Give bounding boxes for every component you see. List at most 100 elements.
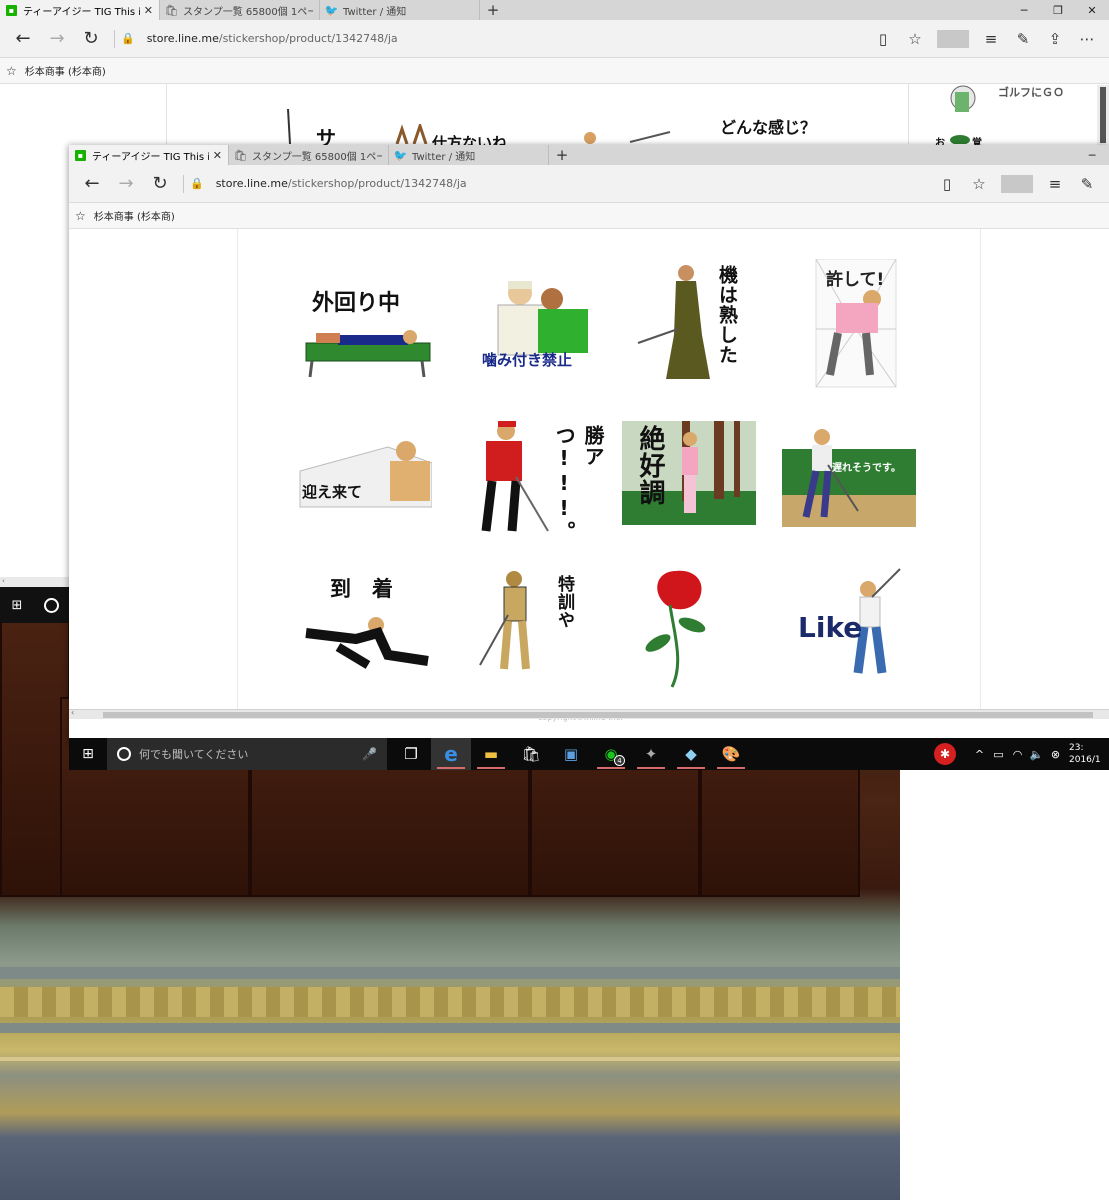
search-circle-icon[interactable] — [34, 597, 68, 613]
close-window-icon[interactable]: ✕ — [1075, 0, 1109, 20]
file-explorer-icon[interactable]: ▬ — [471, 738, 511, 770]
tab-tig[interactable]: ▪ ティーアイジー TIG This is G ✕ — [69, 145, 229, 165]
sticker-yurushite[interactable]: 許して! — [786, 259, 920, 389]
favorites-star-icon: ☆ — [6, 63, 17, 78]
sticker-caption: 勝アつ!!!。 — [552, 425, 605, 542]
address-bar[interactable]: 🔒 store.line.me/stickershop/product/1342… — [121, 32, 867, 45]
page-column-divider — [166, 84, 167, 144]
url-host: store.line.me — [146, 32, 219, 45]
sticker-kamitsuki[interactable]: 噛み付き禁止 — [472, 259, 606, 389]
sticker-tokkun[interactable]: 特訓や — [468, 569, 602, 699]
address-bar[interactable]: 🔒 store.line.me/stickershop/product/1342… — [190, 177, 931, 190]
tab-sticker-list[interactable]: 🛍 スタンプ一覧 65800個 1ページ — [160, 0, 320, 20]
tab-tig[interactable]: ▪ ティーアイジー TIG This is G ✕ — [0, 0, 160, 20]
sticker-touchaku[interactable]: 到 着 — [298, 569, 432, 699]
sticker-caption: 機は熟した — [716, 265, 738, 365]
floor-trim — [0, 1057, 900, 1061]
notification-badge: 4 — [614, 755, 625, 766]
new-tab-button[interactable]: + — [480, 0, 506, 20]
favorites-star-icon: ☆ — [75, 208, 86, 223]
scroll-left-icon[interactable]: ‹ — [71, 708, 74, 717]
red-app-tray-icon[interactable]: ✱ — [934, 743, 956, 765]
hub-icon[interactable]: ≡ — [1039, 175, 1071, 193]
sticker-zekkocho[interactable]: 絶好調 — [622, 421, 756, 551]
star-icon[interactable]: ☆ — [899, 30, 931, 48]
horizontal-scrollbar[interactable]: ‹ — [69, 708, 1109, 719]
edge-browser-icon[interactable]: e — [431, 738, 471, 770]
share-icon[interactable]: ⇪ — [1039, 30, 1071, 48]
url-path: /stickershop/product/1342748/ja — [287, 177, 467, 190]
sticker-like[interactable]: Like — [788, 563, 922, 693]
tab-twitter[interactable]: 🐦 Twitter / 通知 — [320, 0, 480, 20]
sticker-caption: 特訓や — [554, 575, 574, 629]
refresh-button[interactable]: ↻ — [74, 24, 108, 54]
sticker-caption: Like — [798, 611, 863, 644]
green-bird-icon — [950, 135, 970, 144]
web-note-icon[interactable]: ✎ — [1071, 175, 1103, 193]
forward-button[interactable]: → — [40, 24, 74, 54]
minimize-icon[interactable]: ─ — [1007, 0, 1041, 20]
carpet-band — [0, 1023, 900, 1033]
tab-title: スタンプ一覧 65800個 1ページ — [252, 151, 382, 163]
line-app-icon[interactable]: ◉ 4 — [591, 738, 631, 770]
new-tab-button[interactable]: + — [549, 145, 575, 165]
store-icon[interactable]: 🛍 — [511, 738, 551, 770]
sticker-mukaekite[interactable]: 迎え来て — [298, 419, 432, 549]
paint-icon[interactable]: 🎨 — [711, 738, 751, 770]
star-icon[interactable]: ☆ — [963, 175, 995, 193]
microphone-icon[interactable]: 🎤 — [362, 747, 377, 761]
minimize-icon[interactable]: ─ — [1075, 145, 1109, 165]
notification-icon[interactable]: ⊗ — [1046, 748, 1065, 761]
favorite-link[interactable]: 杉本商事 (杉本商) — [94, 208, 175, 223]
volume-icon[interactable]: 🔈 — [1027, 748, 1046, 761]
bag-favicon-icon: 🛍 — [233, 148, 248, 162]
task-view-icon[interactable]: ❐ — [391, 738, 431, 770]
favorite-link[interactable]: 杉本商事 (杉本商) — [25, 63, 106, 78]
search-placeholder: 何でも聞いてください — [139, 748, 249, 761]
sticker-katsu[interactable]: 勝アつ!!!。 — [472, 419, 606, 549]
more-icon[interactable]: ⋯ — [1071, 30, 1103, 48]
sticker-sotomawari[interactable]: 外回り中 — [298, 259, 432, 389]
favorites-bar: ☆ 杉本商事 (杉本商) — [0, 58, 1109, 84]
app-icon[interactable]: ◆ — [671, 738, 711, 770]
sticker-caption: 迎え来て — [302, 483, 363, 501]
vertical-scrollbar[interactable] — [1097, 85, 1109, 145]
chevron-up-icon[interactable]: ^ — [970, 748, 989, 761]
golfer-sticker-partial — [287, 109, 291, 144]
forward-button[interactable]: → — [109, 169, 143, 199]
cortana-search-box[interactable]: 何でも聞いてください 🎤 — [107, 738, 387, 770]
reading-view-icon[interactable]: ▯ — [867, 30, 899, 48]
windows-start-icon[interactable]: ⊞ — [69, 738, 107, 770]
close-icon[interactable]: ✕ — [213, 149, 222, 162]
front-browser-window: ▪ ティーアイジー TIG This is G ✕ 🛍 スタンプ一覧 65800… — [69, 145, 1109, 745]
close-icon[interactable]: ✕ — [144, 4, 153, 17]
sticker-caption: 到 着 — [330, 577, 393, 601]
battery-icon[interactable]: ▭ — [989, 748, 1008, 761]
lock-icon: 🔒 — [190, 177, 204, 190]
tab-twitter[interactable]: 🐦 Twitter / 通知 — [389, 145, 549, 165]
app-icon[interactable]: ✦ — [631, 738, 671, 770]
divider — [114, 29, 115, 48]
hub-icon[interactable]: ≡ — [975, 30, 1007, 48]
back-button[interactable]: ← — [75, 169, 109, 199]
clock[interactable]: 23: 2016/1 — [1065, 742, 1109, 766]
sticker-caption: 遅れそうです。 — [832, 463, 901, 474]
url-host: store.line.me — [215, 177, 288, 190]
back-button[interactable]: ← — [6, 24, 40, 54]
sticker-rose[interactable] — [624, 563, 758, 693]
tab-sticker-list[interactable]: 🛍 スタンプ一覧 65800個 1ページ — [229, 145, 389, 165]
twitter-bird-icon: 🐦 — [393, 148, 408, 162]
sticker-okuresou[interactable]: 遅れそうです。 — [782, 425, 916, 555]
web-note-icon[interactable]: ✎ — [1007, 30, 1039, 48]
scrollbar-thumb[interactable] — [103, 712, 1093, 718]
carpet-band — [0, 967, 900, 979]
sticker-kiwajukushita[interactable]: 機は熟した — [630, 259, 764, 389]
refresh-button[interactable]: ↻ — [143, 169, 177, 199]
restore-icon[interactable]: ❐ — [1041, 0, 1075, 20]
wifi-icon[interactable]: ◠ — [1008, 748, 1027, 761]
windows-start-icon[interactable]: ⊞ — [0, 598, 34, 613]
reading-view-icon[interactable]: ▯ — [931, 175, 963, 193]
remote-desktop-icon[interactable]: ▣ — [551, 738, 591, 770]
tab-title: Twitter / 通知 — [412, 151, 476, 163]
bench-sleeper-illustration — [305, 330, 431, 378]
